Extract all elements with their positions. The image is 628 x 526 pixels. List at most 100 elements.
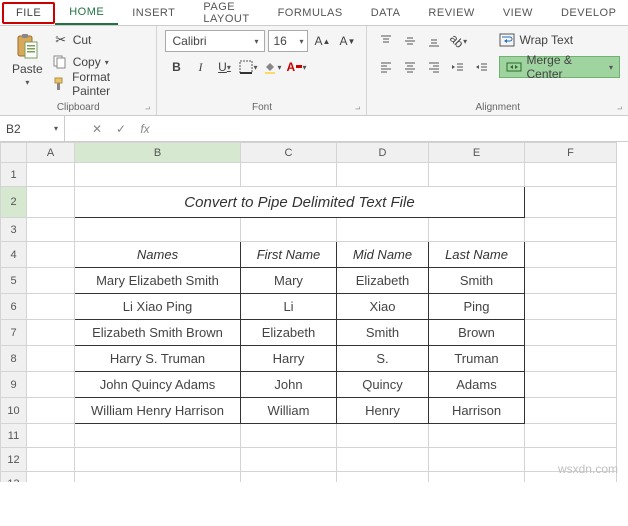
tab-formulas[interactable]: FORMULAS [264, 0, 357, 25]
align-middle-button[interactable] [399, 30, 421, 52]
cell[interactable]: William Henry Harrison [75, 398, 241, 424]
align-left-button[interactable] [375, 56, 397, 78]
cell[interactable] [429, 424, 525, 448]
cell[interactable] [27, 294, 75, 320]
cell[interactable] [525, 242, 617, 268]
increase-indent-button[interactable] [471, 56, 493, 78]
increase-font-button[interactable]: A▲ [311, 30, 333, 52]
tab-view[interactable]: VIEW [489, 0, 547, 25]
tab-home[interactable]: HOME [55, 0, 118, 25]
align-center-button[interactable] [399, 56, 421, 78]
cell[interactable]: Mary [241, 268, 337, 294]
cell[interactable]: Truman [429, 346, 525, 372]
name-box[interactable]: B2 ▾ [0, 116, 65, 141]
cell[interactable]: John [241, 372, 337, 398]
cell[interactable]: Smith [337, 320, 429, 346]
col-header-F[interactable]: F [525, 143, 617, 163]
cell[interactable] [429, 472, 525, 483]
tab-data[interactable]: DATA [357, 0, 415, 25]
cell[interactable] [241, 218, 337, 242]
align-right-button[interactable] [423, 56, 445, 78]
cell[interactable] [27, 187, 75, 218]
cell[interactable] [27, 218, 75, 242]
cell[interactable]: Convert to Pipe Delimited Text File [75, 187, 525, 218]
orientation-button[interactable]: ab▾ [447, 30, 469, 52]
cell[interactable] [525, 372, 617, 398]
row-header-12[interactable]: 12 [1, 448, 27, 472]
row-header-3[interactable]: 3 [1, 218, 27, 242]
cell[interactable]: Ping [429, 294, 525, 320]
cell[interactable] [75, 424, 241, 448]
cell[interactable] [429, 218, 525, 242]
cell[interactable]: Elizabeth Smith Brown [75, 320, 241, 346]
cell[interactable] [241, 424, 337, 448]
row-header-11[interactable]: 11 [1, 424, 27, 448]
cell[interactable] [337, 472, 429, 483]
row-header-4[interactable]: 4 [1, 242, 27, 268]
cell[interactable]: Elizabeth [241, 320, 337, 346]
bold-button[interactable]: B [165, 56, 187, 78]
cell[interactable] [525, 294, 617, 320]
cell[interactable]: First Name [241, 242, 337, 268]
cell[interactable] [525, 268, 617, 294]
cell[interactable] [525, 398, 617, 424]
cell[interactable] [27, 242, 75, 268]
cell[interactable] [27, 163, 75, 187]
cell[interactable] [241, 472, 337, 483]
cell[interactable] [27, 472, 75, 483]
cell[interactable] [525, 163, 617, 187]
italic-button[interactable]: I [189, 56, 211, 78]
cell[interactable] [27, 372, 75, 398]
row-header-9[interactable]: 9 [1, 372, 27, 398]
row-header-13[interactable]: 13 [1, 472, 27, 483]
cell[interactable] [337, 163, 429, 187]
row-header-5[interactable]: 5 [1, 268, 27, 294]
cell[interactable]: Henry [337, 398, 429, 424]
cell[interactable] [27, 346, 75, 372]
cell[interactable]: Mary Elizabeth Smith [75, 268, 241, 294]
cell[interactable] [75, 163, 241, 187]
cell[interactable]: S. [337, 346, 429, 372]
select-all-corner[interactable] [1, 143, 27, 163]
cell[interactable]: Brown [429, 320, 525, 346]
align-top-button[interactable] [375, 30, 397, 52]
cell[interactable] [525, 187, 617, 218]
row-header-2[interactable]: 2 [1, 187, 27, 218]
cell[interactable] [429, 448, 525, 472]
cell[interactable]: Adams [429, 372, 525, 398]
cell[interactable]: Li Xiao Ping [75, 294, 241, 320]
row-header-1[interactable]: 1 [1, 163, 27, 187]
border-button[interactable]: ▾ [237, 56, 259, 78]
row-header-6[interactable]: 6 [1, 294, 27, 320]
cell[interactable]: Xiao [337, 294, 429, 320]
merge-center-button[interactable]: Merge & Center ▾ [499, 56, 620, 78]
cell[interactable]: Li [241, 294, 337, 320]
cell[interactable] [337, 424, 429, 448]
font-size-select[interactable]: 16 ▾ [268, 30, 308, 52]
font-name-select[interactable]: Calibri ▾ [165, 30, 265, 52]
cell[interactable] [75, 218, 241, 242]
underline-button[interactable]: U▾ [213, 56, 235, 78]
formula-input[interactable] [157, 116, 628, 141]
decrease-indent-button[interactable] [447, 56, 469, 78]
cell[interactable]: Last Name [429, 242, 525, 268]
cell[interactable] [27, 398, 75, 424]
decrease-font-button[interactable]: A▼ [336, 30, 358, 52]
col-header-A[interactable]: A [27, 143, 75, 163]
cell[interactable]: Harry S. Truman [75, 346, 241, 372]
cell[interactable] [27, 320, 75, 346]
cell[interactable]: Elizabeth [337, 268, 429, 294]
tab-insert[interactable]: INSERT [118, 0, 189, 25]
row-header-7[interactable]: 7 [1, 320, 27, 346]
paste-button[interactable]: Paste ▾ [8, 30, 47, 89]
tab-file[interactable]: FILE [2, 2, 55, 24]
col-header-B[interactable]: B [75, 143, 241, 163]
cell[interactable] [27, 268, 75, 294]
cut-button[interactable]: ✂ Cut [53, 30, 149, 50]
cell[interactable]: Harry [241, 346, 337, 372]
tab-page-layout[interactable]: PAGE LAYOUT [189, 0, 263, 25]
col-header-E[interactable]: E [429, 143, 525, 163]
cell[interactable]: John Quincy Adams [75, 372, 241, 398]
cell[interactable]: Harrison [429, 398, 525, 424]
cell[interactable]: Quincy [337, 372, 429, 398]
